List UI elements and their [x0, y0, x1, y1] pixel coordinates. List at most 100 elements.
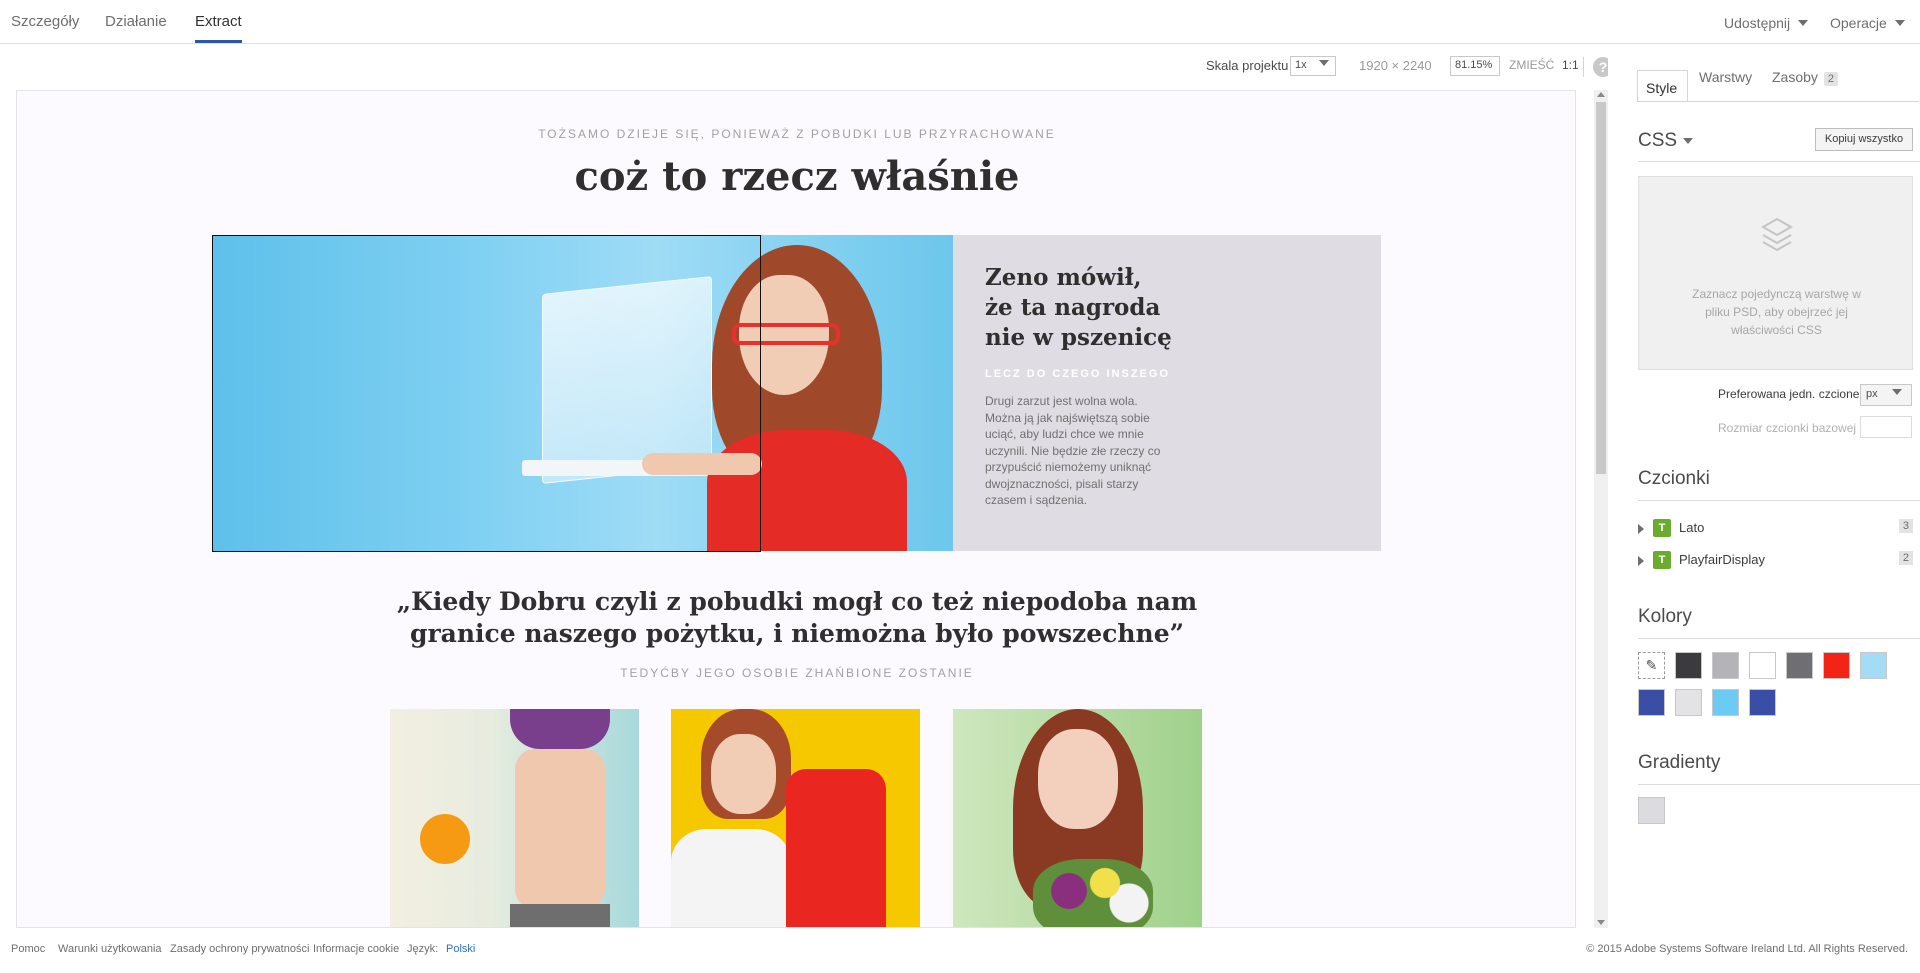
- white-shirt-shape: [671, 829, 791, 927]
- layer-stack-icon: [1760, 217, 1794, 252]
- base-font-size-input[interactable]: [1860, 416, 1912, 438]
- scroll-down-icon[interactable]: [1597, 920, 1605, 925]
- language-selector[interactable]: Polski: [446, 943, 475, 955]
- hero-subtitle: LECZ DO CZEGO INSZEGO: [985, 368, 1171, 380]
- css-section-title[interactable]: CSS: [1638, 130, 1694, 152]
- tab-details[interactable]: Szczegóły: [11, 13, 79, 30]
- photo-tile-flowers[interactable]: [953, 709, 1202, 927]
- css-title: CSS: [1638, 130, 1678, 151]
- operations-label: Operacje: [1830, 15, 1887, 31]
- typekit-icon: T: [1653, 551, 1671, 569]
- footer-link-help[interactable]: Pomoc: [11, 943, 45, 955]
- tab-activity[interactable]: Działanie: [105, 13, 167, 30]
- design-headline: coż to rzecz właśnie: [574, 153, 1020, 200]
- hero-text-block[interactable]: Zeno mówił, że ta nagroda nie w pszenicę…: [953, 235, 1381, 551]
- preferred-unit-value: px: [1866, 388, 1878, 400]
- active-tab-indicator: [195, 40, 242, 43]
- woman-face-shape: [711, 734, 776, 814]
- top-shape: [510, 709, 610, 749]
- chevron-down-icon: [1318, 60, 1329, 66]
- font-name: PlayfairDisplay: [1679, 552, 1765, 567]
- zoom-input[interactable]: 81.15%: [1450, 56, 1500, 76]
- chevron-down-icon: [1683, 138, 1694, 144]
- orange-shape: [420, 814, 470, 864]
- preferred-unit-label: Preferowana jedn. czcionek: [1718, 387, 1866, 401]
- color-swatch[interactable]: [1675, 652, 1702, 679]
- color-swatch[interactable]: [1749, 652, 1776, 679]
- copy-all-button[interactable]: Kopiuj wszystko: [1815, 128, 1913, 151]
- chevron-down-icon: [1798, 20, 1809, 26]
- color-swatch[interactable]: [1638, 689, 1665, 716]
- share-label: Udostępnij: [1724, 15, 1791, 31]
- design-canvas[interactable]: TOŻSAMO DZIEJE SIĘ, PONIEWAŻ Z POBUDKI L…: [16, 90, 1576, 928]
- quote-line-1: „Kiedy Dobru czyli z pobudki mogł co też…: [396, 587, 1198, 616]
- tab-assets-label: Zasoby: [1772, 69, 1818, 85]
- photo-tile-shopping[interactable]: [671, 709, 920, 927]
- color-swatch[interactable]: [1860, 652, 1887, 679]
- css-preview-box: Zaznacz pojedynczą warstwę w pliku PSD, …: [1638, 176, 1913, 370]
- typekit-icon: T: [1653, 519, 1671, 537]
- woman-face-shape: [1038, 729, 1118, 829]
- color-swatch[interactable]: [1675, 689, 1702, 716]
- css-section-divider: [1638, 161, 1920, 162]
- chevron-down-icon: [1894, 20, 1905, 26]
- tulips-shape: [1033, 859, 1153, 927]
- base-font-size-label: Rozmiar czcionki bazowej: [1718, 421, 1857, 435]
- expand-arrow-icon[interactable]: [1638, 524, 1644, 534]
- canvas-dimensions: 1920 × 2240: [1359, 58, 1432, 73]
- scroll-up-icon[interactable]: [1597, 92, 1605, 97]
- expand-arrow-icon[interactable]: [1638, 556, 1644, 566]
- color-swatch[interactable]: [1786, 652, 1813, 679]
- tab-assets[interactable]: Zasoby 2: [1772, 69, 1839, 86]
- fonts-section-divider: [1638, 500, 1920, 501]
- footer-link-cookies[interactable]: Informacje cookie: [313, 943, 399, 955]
- scrollbar-thumb[interactable]: [1596, 102, 1606, 474]
- design-kicker: TOŻSAMO DZIEJE SIĘ, PONIEWAŻ Z POBUDKI L…: [538, 127, 1056, 141]
- language-label: Język:: [407, 943, 439, 955]
- actual-size-button[interactable]: 1:1: [1562, 58, 1579, 72]
- tab-layers[interactable]: Warstwy: [1699, 69, 1752, 85]
- share-menu[interactable]: Udostępnij: [1724, 15, 1809, 31]
- project-scale-select[interactable]: 1x: [1290, 56, 1336, 76]
- footer-link-privacy[interactable]: Zasady ochrony prywatności: [170, 943, 309, 955]
- torso-shape: [515, 749, 605, 909]
- copyright-text: © 2015 Adobe Systems Software Ireland Lt…: [1586, 943, 1908, 955]
- inspector-panel: Style Warstwy Zasoby 2 CSS Kopiuj wszystk…: [1608, 44, 1920, 928]
- hero-body: Drugi zarzut jest wolna wola. Można ją j…: [985, 394, 1161, 507]
- zoom-value: 81.15%: [1455, 59, 1493, 71]
- gradients-section-divider: [1638, 784, 1920, 785]
- eyedropper-icon[interactable]: ✎: [1638, 652, 1665, 679]
- top-bar: Szczegóły Działanie Extract Udostępnij O…: [0, 0, 1920, 44]
- color-swatch[interactable]: [1749, 689, 1776, 716]
- hero-title: Zeno mówił, że ta nagroda nie w pszenicę: [985, 264, 1172, 351]
- font-usage-count: 2: [1898, 551, 1913, 565]
- font-item[interactable]: T Lato 3: [1638, 518, 1913, 540]
- gradients-section-title: Gradienty: [1638, 752, 1721, 773]
- panel-tab-divider: [1637, 101, 1919, 102]
- quote-line-2: granice naszego pożytku, i niemożna było…: [410, 619, 1184, 648]
- canvas-scrollbar[interactable]: [1594, 90, 1608, 928]
- photo-tile-fitness[interactable]: [390, 709, 639, 927]
- css-hint-text: Zaznacz pojedynczą warstwę w pliku PSD, …: [1692, 287, 1861, 337]
- preferred-unit-select[interactable]: px: [1860, 384, 1912, 406]
- tab-extract[interactable]: Extract: [195, 13, 242, 30]
- toolbar-divider: [1583, 57, 1584, 77]
- footer-link-terms[interactable]: Warunki użytkowania: [58, 943, 162, 955]
- project-scale-value: 1x: [1295, 59, 1307, 71]
- layer-selection-outline: [212, 235, 761, 552]
- design-quote: „Kiedy Dobru czyli z pobudki mogł co też…: [17, 586, 1575, 650]
- color-swatch[interactable]: [1823, 652, 1850, 679]
- fonts-section-title: Czcionki: [1638, 468, 1710, 489]
- tab-style[interactable]: Style: [1637, 70, 1688, 102]
- operations-menu[interactable]: Operacje: [1830, 15, 1905, 31]
- fit-button[interactable]: ZMIEŚĆ: [1509, 58, 1554, 72]
- font-item[interactable]: T PlayfairDisplay 2: [1638, 550, 1913, 572]
- color-swatch[interactable]: [1712, 652, 1739, 679]
- font-name: Lato: [1679, 520, 1705, 535]
- font-usage-count: 3: [1898, 519, 1913, 533]
- colors-section-divider: [1638, 638, 1920, 639]
- chevron-down-icon: [1891, 389, 1902, 395]
- color-swatch[interactable]: [1712, 689, 1739, 716]
- project-scale-label: Skala projektu: [1206, 58, 1289, 73]
- gradient-swatch[interactable]: [1638, 797, 1665, 824]
